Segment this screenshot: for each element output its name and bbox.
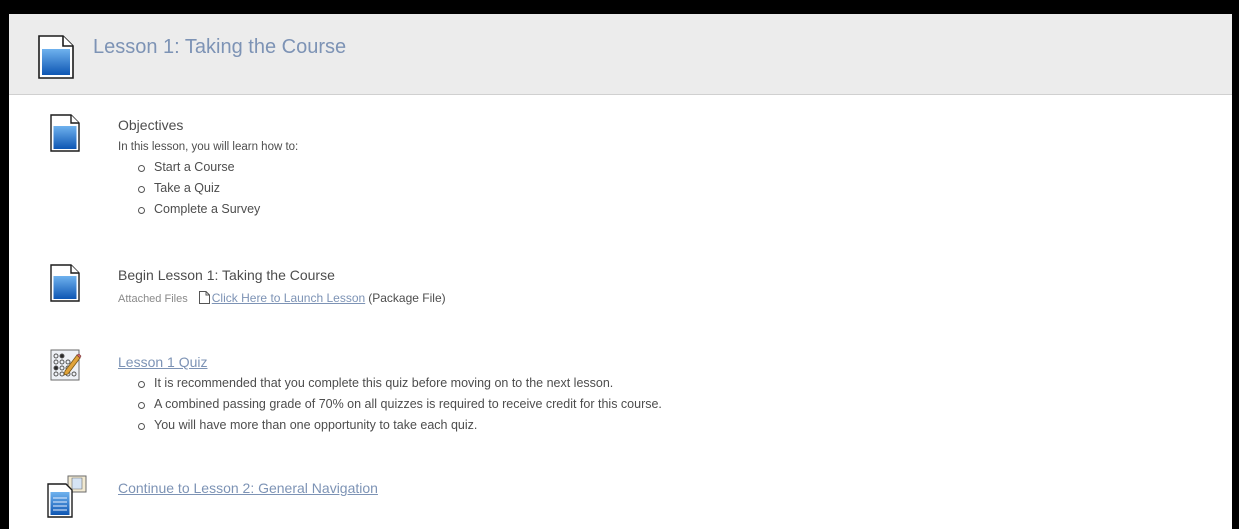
bullet-icon	[138, 381, 145, 388]
next-lesson-link[interactable]: Continue to Lesson 2: General Navigation	[118, 479, 1212, 497]
quiz-notes-list: It is recommended that you complete this…	[118, 373, 1212, 436]
bullet-icon	[138, 402, 145, 409]
quiz-icon	[50, 349, 82, 386]
document-icon	[38, 35, 74, 84]
bullet-icon	[138, 165, 145, 172]
file-icon	[198, 291, 210, 309]
launch-lesson-link[interactable]: Click Here to Launch Lesson	[212, 291, 365, 305]
course-content-panel: Lesson 1: Taking the Course Objectives I…	[9, 14, 1232, 529]
item-title: Objectives	[118, 117, 184, 133]
item-intro: In this lesson, you will learn how to:	[118, 141, 299, 153]
file-type-label: (Package File)	[368, 291, 446, 305]
lesson-link-icon	[46, 474, 90, 523]
document-icon	[50, 264, 80, 307]
list-item: A combined passing grade of 70% on all q…	[138, 394, 1212, 415]
item-title: Begin Lesson 1: Taking the Course	[118, 267, 335, 283]
attached-files: Attached Files Click Here to Launch Less…	[118, 290, 1212, 309]
objectives-list: Start a Course Take a Quiz Complete a Su…	[118, 157, 1212, 220]
attached-files-label: Attached Files	[118, 293, 188, 305]
list-item: You will have more than one opportunity …	[138, 415, 1212, 436]
list-item: Start a Course	[138, 157, 1212, 178]
list-item: Complete a Survey	[138, 199, 1212, 220]
bullet-icon	[138, 423, 145, 430]
bullet-icon	[138, 186, 145, 193]
list-item: It is recommended that you complete this…	[138, 373, 1212, 394]
quiz-link[interactable]: Lesson 1 Quiz	[118, 353, 1212, 371]
lesson-header: Lesson 1: Taking the Course	[9, 14, 1232, 95]
bullet-icon	[138, 207, 145, 214]
document-icon	[50, 114, 80, 157]
page-title: Lesson 1: Taking the Course	[93, 36, 347, 58]
list-item: Take a Quiz	[138, 178, 1212, 199]
